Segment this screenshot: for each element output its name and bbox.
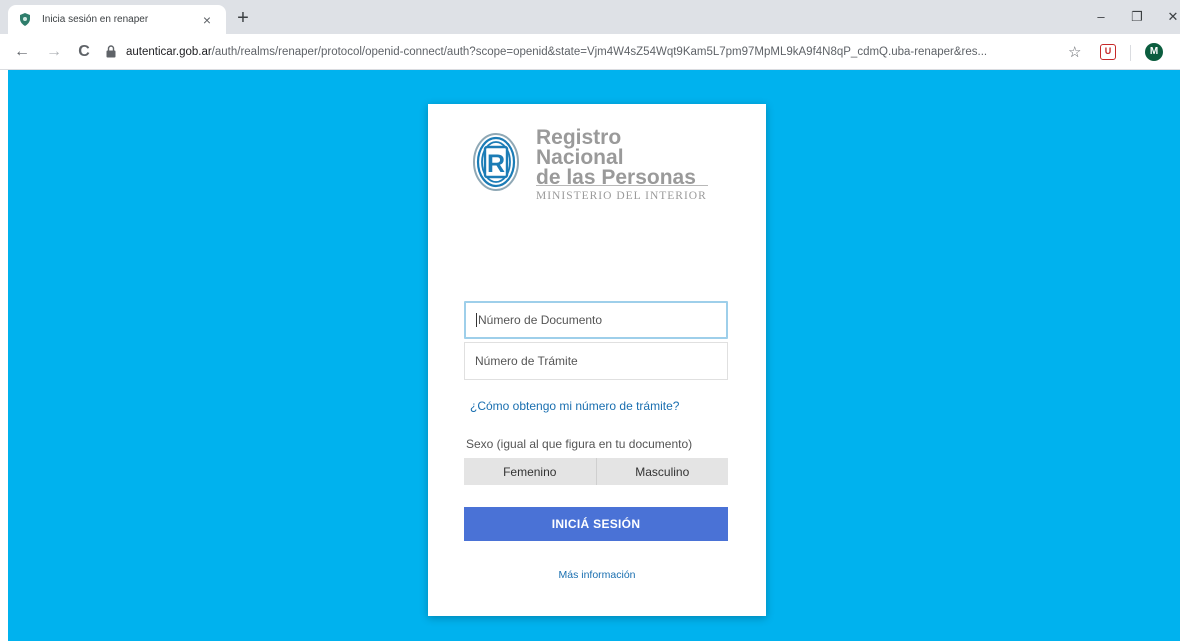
url-path: /auth/realms/renaper/protocol/openid-con… — [211, 46, 988, 58]
more-info-link[interactable]: Más información — [428, 569, 766, 581]
sexo-label: Sexo (igual al que figura en tu document… — [466, 437, 693, 451]
shield-icon — [18, 13, 32, 27]
restore-button[interactable]: ❐ — [1122, 6, 1152, 28]
sexo-femenino-button[interactable]: Femenino — [464, 458, 596, 485]
bookmark-star-icon[interactable]: ☆ — [1068, 43, 1081, 61]
browser-toolbar: ← → C autenticar.gob.ar/auth/realms/rena… — [0, 34, 1180, 70]
documento-placeholder: Número de Documento — [478, 313, 603, 327]
reload-button[interactable]: C — [74, 42, 94, 62]
close-window-button[interactable]: ✕ — [1158, 6, 1180, 28]
renaper-emblem-icon: R — [473, 133, 519, 191]
tramite-input[interactable]: Número de Trámite — [464, 342, 728, 380]
back-button[interactable]: ← — [12, 42, 32, 62]
tramite-placeholder: Número de Trámite — [475, 354, 578, 368]
page-background: R Registro Nacional de las Personas MINI… — [8, 70, 1180, 641]
logo-org-name: Registro Nacional de las Personas — [536, 126, 712, 188]
emblem-letter: R — [487, 150, 505, 178]
extension-icon[interactable]: U — [1100, 44, 1116, 60]
url-host: autenticar.gob.ar — [126, 46, 212, 58]
tab-close-icon[interactable]: × — [198, 11, 216, 29]
address-bar[interactable]: autenticar.gob.ar/auth/realms/renaper/pr… — [106, 40, 1066, 64]
documento-input[interactable]: Número de Documento — [464, 301, 728, 339]
profile-avatar[interactable]: M — [1145, 43, 1163, 61]
browser-tab-bar: Inicia sesión en renaper × + – ❐ ✕ — [0, 0, 1180, 34]
sexo-toggle-group: Femenino Masculino — [464, 458, 728, 485]
forward-button[interactable]: → — [44, 42, 64, 62]
login-card: R Registro Nacional de las Personas MINI… — [428, 104, 766, 616]
lock-icon — [106, 45, 118, 59]
browser-tab[interactable]: Inicia sesión en renaper × — [8, 5, 226, 34]
new-tab-button[interactable]: + — [232, 8, 254, 30]
text-cursor — [476, 313, 477, 327]
toolbar-divider — [1130, 45, 1131, 61]
renaper-logo: R Registro Nacional de las Personas MINI… — [472, 126, 712, 214]
sexo-masculino-button[interactable]: Masculino — [595, 458, 729, 485]
logo-line-1: Registro Nacional — [536, 126, 624, 169]
logo-ministry: MINISTERIO DEL INTERIOR — [536, 190, 707, 202]
tab-title: Inicia sesión en renaper — [42, 14, 149, 25]
login-button[interactable]: INICIÁ SESIÓN — [464, 507, 728, 541]
tramite-help-link[interactable]: ¿Cómo obtengo mi número de trámite? — [470, 399, 679, 413]
logo-divider — [536, 185, 708, 186]
minimize-button[interactable]: – — [1086, 6, 1116, 28]
